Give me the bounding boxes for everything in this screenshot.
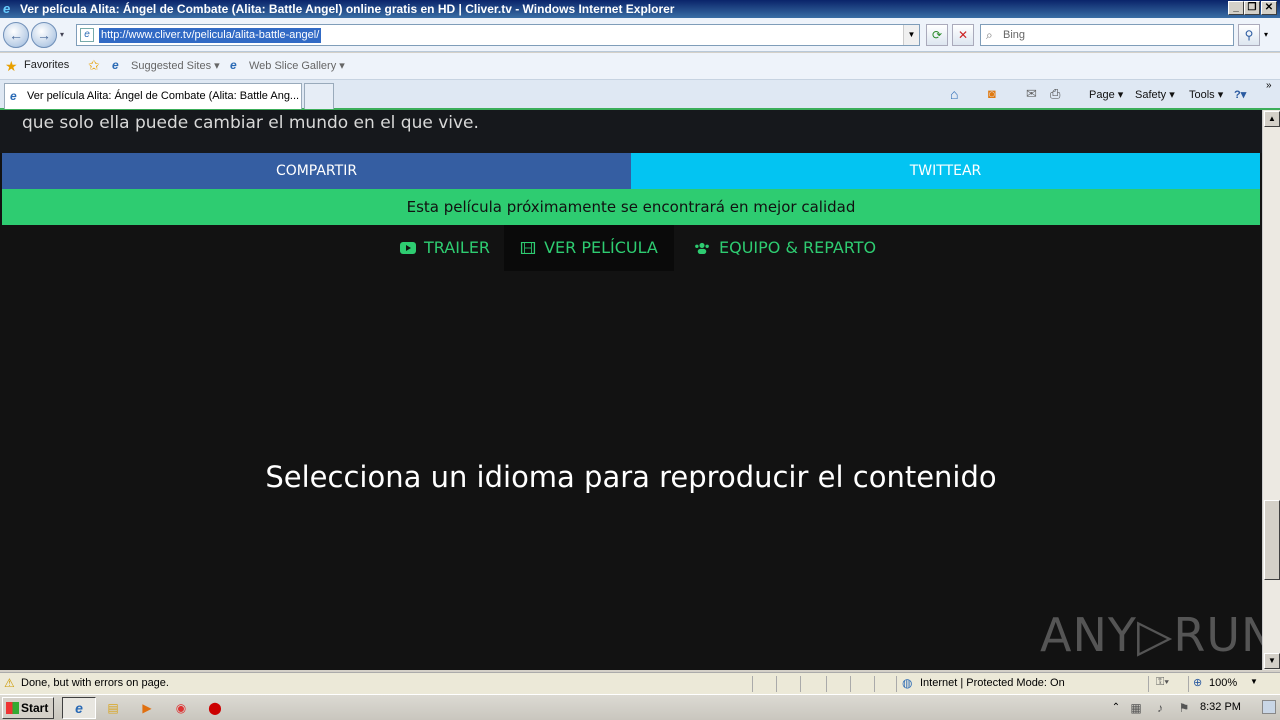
address-bar[interactable]: e http://www.cliver.tv/pelicula/alita-ba… — [76, 24, 920, 46]
tab-trailer-label: TRAILER — [424, 238, 491, 257]
taskbar-chrome-icon[interactable]: ◉ — [173, 700, 189, 716]
tools-menu[interactable]: Tools ▾ — [1189, 88, 1223, 101]
tweet-button[interactable]: TWITTEAR — [631, 153, 1260, 189]
search-button[interactable]: ⚲ — [1238, 24, 1260, 46]
scroll-up-button[interactable]: ▲ — [1264, 111, 1280, 127]
address-dropdown-icon[interactable]: ▼ — [903, 25, 919, 45]
feeds-icon[interactable]: ◙ — [988, 86, 996, 101]
security-zone[interactable]: Internet | Protected Mode: On — [920, 677, 1065, 689]
help-menu[interactable]: ?▾ — [1234, 88, 1246, 101]
tray-show-hidden-icon[interactable]: ⌃ — [1108, 700, 1124, 716]
start-button[interactable]: Start — [2, 697, 54, 719]
window-title-bar: e Ver película Alita: Ángel de Combate (… — [0, 0, 1280, 18]
zoom-level[interactable]: 100% — [1209, 677, 1237, 689]
close-window-button[interactable]: ✕ — [1261, 1, 1277, 15]
clock[interactable]: 8:32 PM — [1200, 701, 1241, 713]
taskbar-explorer-icon[interactable]: ▤ — [105, 700, 121, 716]
tab-cast[interactable]: EQUIPO & REPARTO — [693, 225, 876, 271]
favorites-star-icon: ★ — [5, 58, 18, 74]
recent-pages-dropdown-icon[interactable]: ▾ — [60, 30, 64, 39]
zoom-icon[interactable]: ⊕ — [1193, 676, 1202, 689]
taskbar-opera-icon[interactable]: ⬤ — [207, 700, 223, 716]
ie-logo-icon: e — [3, 1, 11, 16]
add-to-favorites-icon[interactable]: ✩ — [88, 57, 100, 74]
tray-action-center-icon[interactable]: ⚑ — [1176, 700, 1192, 716]
print-icon[interactable]: ⎙ — [1050, 86, 1060, 102]
anyrun-watermark: ANY▷RUN — [1040, 608, 1262, 662]
navigation-bar: ← → ▾ e http://www.cliver.tv/pelicula/al… — [0, 18, 1280, 52]
web-slice-gallery-link[interactable]: Web Slice Gallery ▾ — [249, 59, 345, 72]
film-icon — [521, 242, 536, 254]
safety-menu[interactable]: Safety ▾ — [1135, 88, 1175, 101]
share-facebook-button[interactable]: COMPARTIR — [2, 153, 631, 189]
tab-cast-label: EQUIPO & REPARTO — [719, 238, 877, 257]
page-menu[interactable]: Page ▾ — [1089, 88, 1123, 101]
favorites-button[interactable]: Favorites — [24, 59, 69, 71]
tab-alita[interactable]: e Ver película Alita: Ángel de Combate (… — [4, 83, 302, 109]
back-button[interactable]: ← — [3, 22, 29, 48]
scroll-thumb[interactable] — [1264, 500, 1280, 580]
favorites-bar: ★ Favorites ✩ e Suggested Sites ▾ e Web … — [0, 53, 1280, 80]
globe-icon: ◍ — [902, 676, 913, 690]
taskbar-media-player-icon[interactable]: ▶ — [139, 700, 155, 716]
forward-button[interactable]: → — [31, 22, 57, 48]
zoom-dropdown-icon[interactable]: ▼ — [1250, 677, 1258, 686]
tab-trailer[interactable]: TRAILER — [400, 225, 490, 271]
scroll-down-button[interactable]: ▼ — [1264, 653, 1280, 669]
restore-button[interactable]: ❐ — [1244, 1, 1260, 15]
new-tab-button[interactable] — [304, 83, 334, 109]
address-url[interactable]: http://www.cliver.tv/pelicula/alita-batt… — [99, 28, 322, 43]
status-text: Done, but with errors on page. — [21, 677, 169, 689]
web-content: que solo ella puede cambiar el mundo en … — [0, 110, 1262, 670]
window-title: Ver película Alita: Ángel de Combate (Al… — [20, 2, 675, 16]
windows-logo-icon — [6, 702, 19, 714]
tab-ver-pelicula-label: VER PELÍCULA — [544, 238, 658, 257]
taskbar: Start e ▤ ▶ ◉ ⬤ ⌃ ▦ ♪ ⚑ 8:32 PM — [0, 694, 1280, 720]
tray-network-icon[interactable]: ▦ — [1128, 700, 1144, 716]
search-engine-icon: ⌕ — [986, 28, 993, 42]
tray-volume-icon[interactable]: ♪ — [1152, 700, 1168, 716]
minimize-button[interactable]: _ — [1228, 1, 1244, 15]
status-bar: ⚠ Done, but with errors on page. ◍ Inter… — [0, 672, 1280, 694]
youtube-icon — [400, 242, 416, 254]
users-icon — [695, 242, 709, 254]
show-desktop-button[interactable] — [1262, 700, 1276, 714]
search-input[interactable]: Bing — [1003, 29, 1025, 41]
tab-title: Ver película Alita: Ángel de Combate (Al… — [27, 90, 300, 102]
player-message: Selecciona un idioma para reproducir el … — [265, 460, 997, 494]
stop-button[interactable]: ✕ — [952, 24, 974, 46]
taskbar-ie-icon[interactable]: e — [62, 697, 96, 719]
page-icon: e — [80, 28, 94, 42]
suggested-sites-icon: e — [112, 58, 119, 72]
protected-mode-icon[interactable]: ⚿▾ — [1156, 676, 1169, 689]
synopsis-text: que solo ella puede cambiar el mundo en … — [22, 113, 479, 133]
refresh-button[interactable]: ⟳ — [926, 24, 948, 46]
search-options-dropdown-icon[interactable]: ▾ — [1264, 30, 1268, 39]
chevron-more-icon[interactable]: » — [1266, 80, 1272, 91]
vertical-scrollbar[interactable]: ▲ ▼ — [1262, 110, 1280, 670]
tab-ver-pelicula[interactable]: VER PELÍCULA — [504, 225, 674, 271]
quality-notice-banner: Esta película próximamente se encontrará… — [2, 189, 1260, 225]
warning-icon[interactable]: ⚠ — [4, 676, 15, 690]
read-mail-icon[interactable]: ✉ — [1026, 86, 1037, 102]
search-box[interactable]: ⌕ Bing — [980, 24, 1234, 46]
tab-favicon-icon: e — [10, 89, 17, 103]
synopsis-strip: que solo ella puede cambiar el mundo en … — [0, 110, 1262, 153]
suggested-sites-link[interactable]: Suggested Sites ▾ — [131, 59, 220, 72]
tab-bar: e Ver película Alita: Ángel de Combate (… — [0, 80, 1280, 110]
home-icon[interactable]: ⌂ — [950, 86, 958, 102]
web-slice-icon: e — [230, 58, 237, 72]
start-label: Start — [21, 701, 49, 715]
